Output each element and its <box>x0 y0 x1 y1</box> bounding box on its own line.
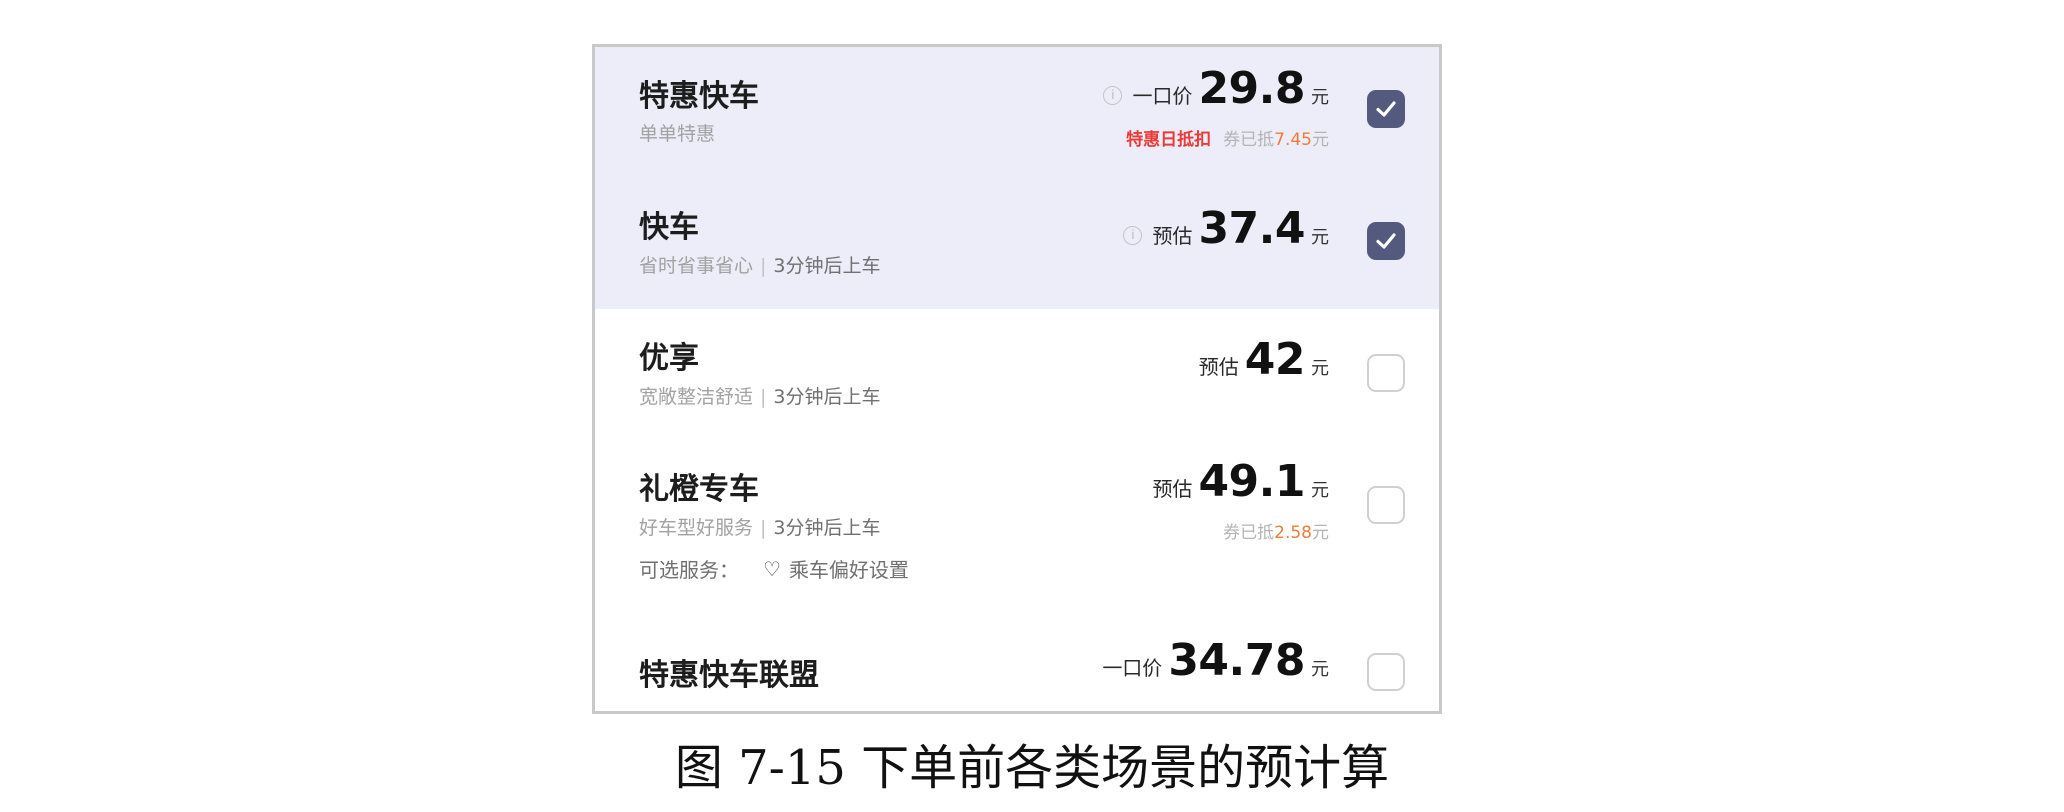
price-prefix: 预估 <box>1198 355 1239 379</box>
select-checkbox[interactable] <box>1367 354 1405 392</box>
discount-note: 券已抵2.58元 <box>1223 518 1329 543</box>
option-wait: 3分钟后上车 <box>773 386 881 408</box>
services-label: 可选服务： <box>639 558 739 582</box>
option-name: 特惠快车 <box>639 79 759 114</box>
option-wait: 3分钟后上车 <box>773 517 881 539</box>
option-price: i 一口价 29.8 元 <box>1103 63 1329 114</box>
optional-services: 可选服务： ♡ 乘车偏好设置 <box>639 554 909 583</box>
discount-tag: 特惠日抵扣 <box>1126 130 1212 150</box>
option-desc: 好车型好服务 | 3分钟后上车 <box>639 513 881 540</box>
price-unit: 元 <box>1311 87 1329 108</box>
select-checkbox[interactable] <box>1367 90 1405 128</box>
info-icon[interactable]: i <box>1123 226 1143 245</box>
option-desc: 单单特惠 <box>639 119 715 146</box>
price-unit: 元 <box>1311 659 1329 680</box>
price-value: 34.78 <box>1168 635 1305 686</box>
select-checkbox[interactable] <box>1367 653 1405 691</box>
ride-option-licheng-zhuanche[interactable]: 礼橙专车 好车型好服务 | 3分钟后上车 可选服务： ♡ 乘车偏好设置 预估 49.… <box>595 440 1439 610</box>
select-checkbox[interactable] <box>1367 222 1405 260</box>
option-name: 特惠快车联盟 <box>639 658 819 693</box>
option-desc-text: 好车型好服务 <box>639 517 754 539</box>
price-unit: 元 <box>1311 358 1329 379</box>
price-value: 37.4 <box>1198 203 1305 254</box>
discount-note: 特惠日抵扣 券已抵7.45元 <box>1126 125 1329 150</box>
divider: | <box>760 386 767 408</box>
ride-option-tehui-kuaiche[interactable]: 特惠快车 单单特惠 i 一口价 29.8 元 特惠日抵扣 券已抵7.45元 <box>595 47 1439 178</box>
option-price: i 预估 37.4 元 <box>1123 203 1329 254</box>
figure-caption: 图 7-15 下单前各类场景的预计算 <box>674 740 1390 796</box>
option-price: 一口价 34.78 元 <box>1102 635 1329 686</box>
ride-option-kuaiche[interactable]: 快车 省时省事省心 | 3分钟后上车 i 预估 37.4 元 <box>595 178 1439 309</box>
ride-preference-link[interactable]: 乘车偏好设置 <box>789 554 909 583</box>
info-icon[interactable]: i <box>1103 86 1123 105</box>
price-prefix: 预估 <box>1152 477 1193 501</box>
discount-unit: 元 <box>1312 130 1329 150</box>
ride-options-panel: 特惠快车 单单特惠 i 一口价 29.8 元 特惠日抵扣 券已抵7.45元 快车 … <box>592 44 1442 714</box>
option-desc-text: 宽敞整洁舒适 <box>639 386 754 408</box>
price-prefix: 一口价 <box>1102 656 1163 680</box>
option-price: 预估 42 元 <box>1199 334 1329 385</box>
option-desc-text: 单单特惠 <box>639 123 716 145</box>
option-price: 预估 49.1 元 <box>1152 456 1329 507</box>
price-value: 42 <box>1244 334 1306 385</box>
option-desc-text: 省时省事省心 <box>639 255 754 277</box>
ride-option-tehui-lianmeng[interactable]: 特惠快车联盟 一口价 34.78 元 <box>595 610 1439 711</box>
option-name: 快车 <box>639 210 699 245</box>
check-icon <box>1376 233 1396 249</box>
option-wait: 3分钟后上车 <box>773 255 881 277</box>
option-desc: 宽敞整洁舒适 | 3分钟后上车 <box>639 382 881 409</box>
option-name: 礼橙专车 <box>639 472 759 507</box>
ride-option-youxiang[interactable]: 优享 宽敞整洁舒适 | 3分钟后上车 预估 42 元 <box>595 309 1439 440</box>
check-icon <box>1376 101 1396 117</box>
option-name: 优享 <box>639 341 699 376</box>
price-unit: 元 <box>1311 480 1329 501</box>
price-prefix: 预估 <box>1152 224 1193 248</box>
option-desc: 省时省事省心 | 3分钟后上车 <box>639 251 881 278</box>
divider: | <box>760 517 767 539</box>
heart-icon: ♡ <box>763 556 781 581</box>
discount-amount: 7.45 <box>1274 130 1312 150</box>
discount-unit: 元 <box>1312 523 1329 543</box>
price-value: 29.8 <box>1198 63 1305 114</box>
discount-text: 券已抵 <box>1223 130 1275 150</box>
price-prefix: 一口价 <box>1132 84 1193 108</box>
discount-amount: 2.58 <box>1274 523 1312 543</box>
price-value: 49.1 <box>1198 456 1305 507</box>
select-checkbox[interactable] <box>1367 486 1405 524</box>
price-unit: 元 <box>1311 227 1329 248</box>
discount-text: 券已抵 <box>1223 523 1275 543</box>
divider: | <box>760 255 767 277</box>
